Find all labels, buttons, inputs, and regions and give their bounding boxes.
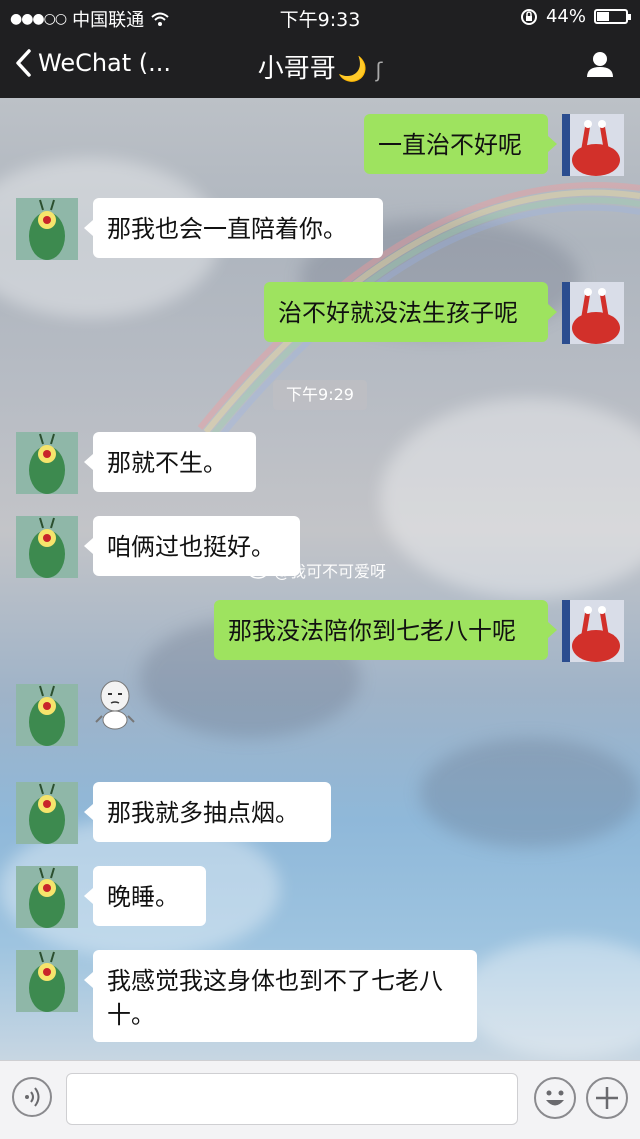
message-bubble-incoming[interactable]: 晚睡。 [84,866,206,926]
weibo-watermark: @我可不可爱呀 [248,558,386,582]
input-bar [0,1060,640,1139]
sticker-image[interactable] [92,678,138,730]
watermark-text: @我可不可爱呀 [274,562,387,581]
avatar-me[interactable] [562,114,624,176]
message-bubble-incoming[interactable]: 那就不生。 [84,432,256,492]
emoji-button[interactable] [534,1077,576,1119]
earpiece-icon: ʃ [375,58,383,82]
rotation-lock-icon [520,8,537,25]
avatar-contact[interactable] [16,950,78,1012]
status-right: 44% [520,6,631,27]
avatar-contact[interactable] [16,684,78,746]
message-bubble-incoming[interactable]: 那我就多抽点烟。 [84,782,331,842]
voice-button[interactable] [12,1077,52,1117]
more-button[interactable] [586,1077,628,1119]
avatar-contact[interactable] [16,198,78,260]
nav-bar: WeChat (... 小哥哥🌙 ʃ [0,34,640,98]
avatar-contact[interactable] [16,866,78,928]
status-bar: ●●●○○ 中国联通 下午9:33 44% [0,0,640,34]
avatar-contact[interactable] [16,432,78,494]
message-input[interactable] [66,1073,518,1125]
battery-percent: 44% [545,6,586,27]
background-cloud [460,938,640,1058]
avatar-me[interactable] [562,282,624,344]
moon-icon: 🌙 [337,55,368,83]
chat-timestamp: 下午9:29 [273,380,367,410]
emoji-icon [546,1090,564,1106]
avatar-contact[interactable] [16,782,78,844]
weibo-icon [248,562,269,579]
battery-icon [594,9,631,24]
plus-icon [596,1087,618,1109]
chat-title-text: 小哥哥 [257,54,336,84]
message-bubble-outgoing[interactable]: 治不好就没法生孩子呢 [264,282,557,342]
chat-area[interactable]: 一直治不好呢 那我也会一直陪着你。 治不好就没法生孩子呢 下午9:29 那就不生… [0,98,640,1060]
message-bubble-outgoing[interactable]: 一直治不好呢 [364,114,557,174]
avatar-me[interactable] [562,600,624,662]
background-cloud [420,738,640,848]
voice-icon [25,1087,40,1107]
avatar-contact[interactable] [16,516,78,578]
profile-button[interactable] [586,50,614,82]
message-bubble-incoming[interactable]: 那我也会一直陪着你。 [84,198,383,258]
message-bubble-incoming[interactable]: 我感觉我这身体也到不了七老八十。 [84,950,477,1042]
message-bubble-outgoing[interactable]: 那我没法陪你到七老八十呢 [214,600,557,660]
profile-icon [587,52,613,77]
chat-title: 小哥哥🌙 ʃ [0,48,640,85]
